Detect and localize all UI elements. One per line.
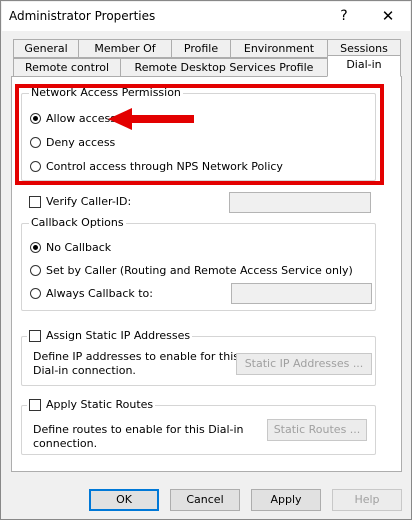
static-routes-button[interactable]: Static Routes ... xyxy=(267,419,367,441)
always-callback-field[interactable] xyxy=(231,283,372,304)
always-callback-option[interactable]: Always Callback to: xyxy=(30,287,153,300)
no-callback-label: No Callback xyxy=(46,241,112,254)
tab-member-of[interactable]: Member Of xyxy=(78,39,172,58)
callback-options-legend: Callback Options xyxy=(29,216,126,229)
static-ip-option[interactable]: Assign Static IP Addresses xyxy=(27,329,193,342)
static-ip-addresses-button[interactable]: Static IP Addresses ... xyxy=(236,353,372,375)
dial-in-panel: Network Access Permission Allow access D… xyxy=(11,76,402,472)
nps-policy-option[interactable]: Control access through NPS Network Polic… xyxy=(30,160,283,173)
static-routes-checkbox[interactable] xyxy=(29,398,41,411)
tab-general[interactable]: General xyxy=(13,39,79,58)
static-routes-option[interactable]: Apply Static Routes xyxy=(27,398,156,411)
tab-profile[interactable]: Profile xyxy=(171,39,231,58)
tab-environment[interactable]: Environment xyxy=(230,39,328,58)
static-routes-description: Define routes to enable for this Dial-in… xyxy=(33,423,244,451)
tab-remote-control[interactable]: Remote control xyxy=(13,58,121,77)
static-ip-description: Define IP addresses to enable for this D… xyxy=(33,350,239,378)
set-by-caller-option[interactable]: Set by Caller (Routing and Remote Access… xyxy=(30,264,353,277)
always-callback-label: Always Callback to: xyxy=(46,287,153,300)
static-routes-label: Apply Static Routes xyxy=(46,398,154,411)
static-ip-desc-line2: Dial-in connection. xyxy=(33,364,136,377)
verify-caller-id-checkbox[interactable] xyxy=(29,195,41,208)
apply-button[interactable]: Apply xyxy=(251,489,321,511)
static-ip-checkbox[interactable] xyxy=(29,329,41,342)
nps-policy-radio[interactable] xyxy=(30,161,41,172)
deny-access-option[interactable]: Deny access xyxy=(30,136,115,149)
tab-remote-desktop-services-profile[interactable]: Remote Desktop Services Profile xyxy=(120,58,328,77)
no-callback-radio[interactable] xyxy=(30,242,41,253)
ok-button[interactable]: OK xyxy=(89,489,159,511)
static-routes-desc-line1: Define routes to enable for this Dial-in xyxy=(33,423,244,436)
cancel-button[interactable]: Cancel xyxy=(170,489,240,511)
deny-access-label: Deny access xyxy=(46,136,116,149)
always-callback-radio[interactable] xyxy=(30,288,41,299)
set-by-caller-label: Set by Caller (Routing and Remote Access… xyxy=(46,264,353,277)
tab-dial-in[interactable]: Dial-in xyxy=(327,55,401,77)
window-title: Administrator Properties xyxy=(9,9,156,23)
allow-access-radio[interactable] xyxy=(30,113,41,124)
no-callback-option[interactable]: No Callback xyxy=(30,241,111,254)
set-by-caller-radio[interactable] xyxy=(30,265,41,276)
allow-access-option[interactable]: Allow access xyxy=(30,112,116,125)
nps-policy-label: Control access through NPS Network Polic… xyxy=(46,160,283,173)
static-routes-desc-line2: connection. xyxy=(33,437,98,450)
help-button[interactable]: Help xyxy=(332,489,402,511)
help-title-button[interactable]: ? xyxy=(322,2,366,31)
deny-access-radio[interactable] xyxy=(30,137,41,148)
title-bar: Administrator Properties ? ✕ xyxy=(2,2,410,31)
static-ip-label: Assign Static IP Addresses xyxy=(46,329,191,342)
verify-caller-id-option[interactable]: Verify Caller-ID: xyxy=(29,195,131,208)
close-button[interactable]: ✕ xyxy=(366,2,410,31)
caller-id-field[interactable] xyxy=(229,192,371,213)
verify-caller-id-label: Verify Caller-ID: xyxy=(46,195,132,208)
network-access-legend: Network Access Permission xyxy=(29,86,183,99)
properties-dialog: Administrator Properties ? ✕ General Mem… xyxy=(0,0,412,520)
static-ip-desc-line1: Define IP addresses to enable for this xyxy=(33,350,240,363)
red-arrow-icon xyxy=(108,108,194,130)
